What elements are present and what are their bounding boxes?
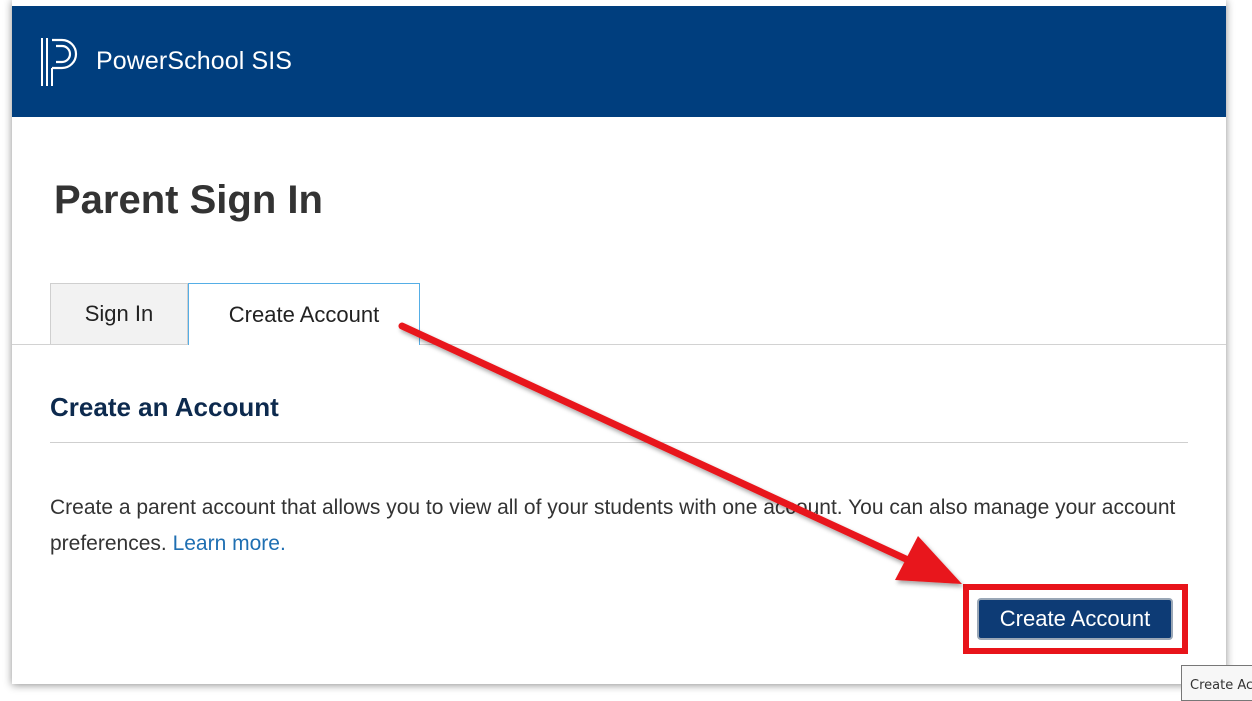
learn-more-link[interactable]: Learn more. bbox=[173, 532, 286, 555]
section-title: Create an Account bbox=[50, 392, 279, 422]
tab-create-account[interactable]: Create Account bbox=[188, 283, 420, 345]
app-header: PowerSchool SIS bbox=[12, 6, 1226, 117]
page-title: Parent Sign In bbox=[54, 178, 323, 222]
section-divider bbox=[50, 442, 1188, 443]
section-description: Create a parent account that allows you … bbox=[50, 490, 1190, 562]
sign-in-panel: PowerSchool SIS Parent Sign In Sign In C… bbox=[12, 0, 1226, 684]
create-account-button[interactable]: Create Account bbox=[977, 598, 1173, 640]
tab-sign-in[interactable]: Sign In bbox=[50, 283, 188, 344]
powerschool-logo-icon bbox=[41, 37, 78, 86]
app-title: PowerSchool SIS bbox=[96, 47, 293, 75]
